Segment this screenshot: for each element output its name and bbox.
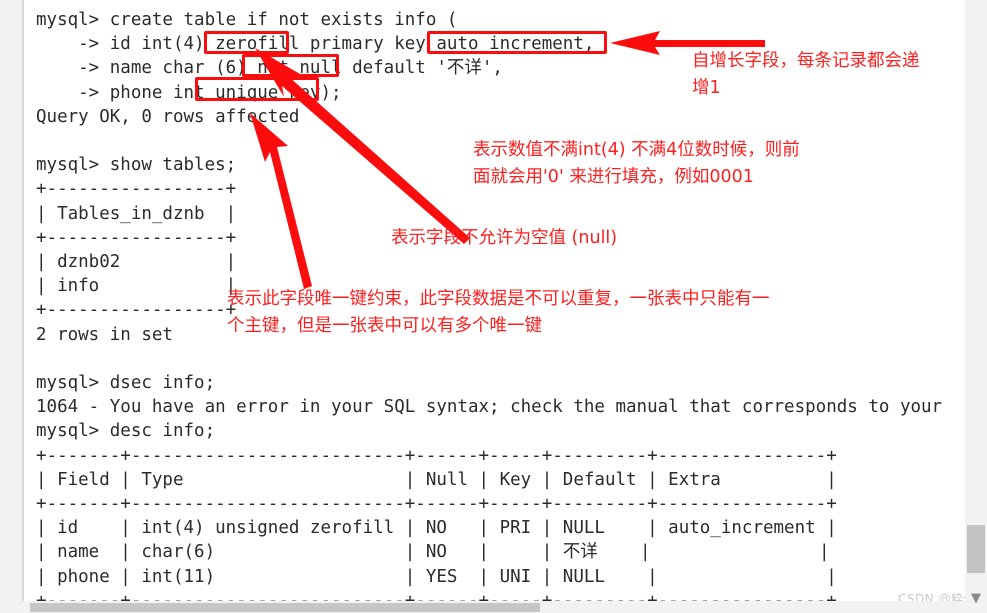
- redbox-unique-key: [195, 77, 319, 101]
- redbox-auto-increment: [427, 31, 607, 54]
- vertical-scrollbar[interactable]: ▼: [965, 0, 987, 613]
- horizontal-scrollbar-thumb[interactable]: [30, 603, 540, 612]
- note-auto-increment: 自增长字段，每条记录都会递 增1: [692, 51, 920, 98]
- scroll-down-arrow-icon[interactable]: ▼: [965, 588, 987, 610]
- redbox-not-null: [242, 54, 339, 77]
- vertical-scrollbar-thumb[interactable]: [967, 525, 985, 573]
- horizontal-scrollbar[interactable]: [0, 601, 965, 613]
- redbox-zerofill: [204, 31, 289, 54]
- screenshot-root: mysql> create table if not exists info (…: [0, 0, 987, 613]
- note-zerofill: 表示数值不满int(4) 不满4位数时候，则前 面就会用'0' 来进行填充，例如…: [473, 140, 800, 187]
- note-not-null: 表示字段不允许为空值 (null): [391, 228, 618, 248]
- note-unique-key: 表示此字段唯一键约束，此字段数据是不可以重复，一张表中只能有一 个主键，但是一张…: [227, 289, 770, 336]
